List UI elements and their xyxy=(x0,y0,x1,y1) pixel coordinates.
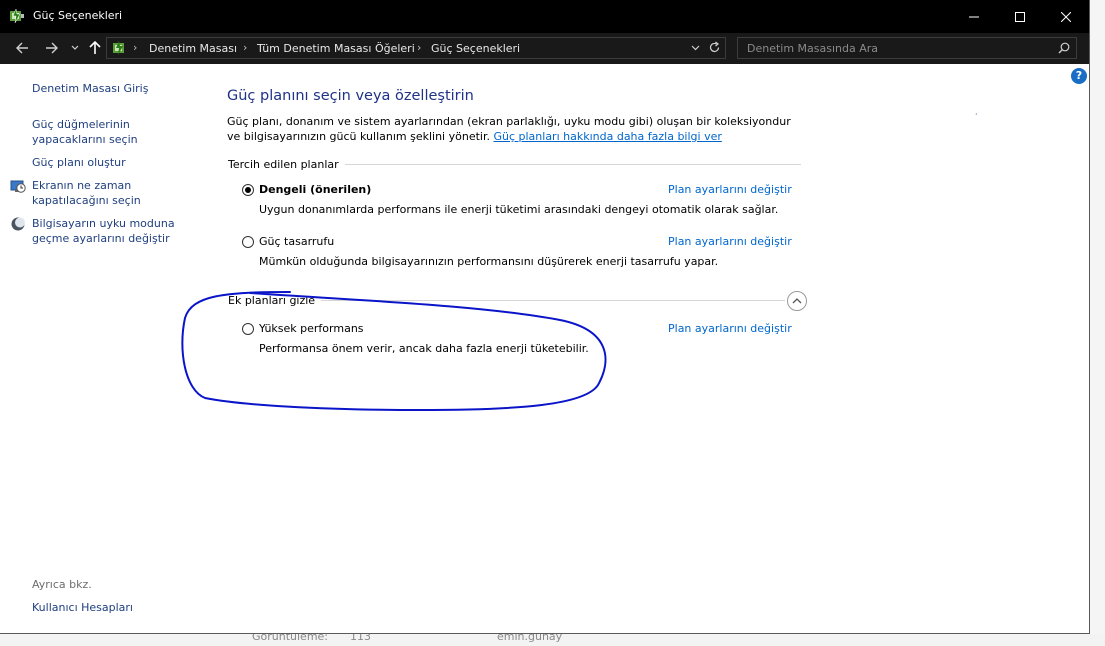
power-options-icon xyxy=(10,8,24,24)
recent-locations-button[interactable] xyxy=(68,39,82,57)
search-placeholder: Denetim Masasında Ara xyxy=(747,42,879,55)
minimize-icon xyxy=(969,16,979,17)
chevron-down-icon xyxy=(71,45,79,50)
learn-more-link[interactable]: Güç planları hakkında daha fazla bilgi v… xyxy=(493,130,721,143)
title-bar[interactable]: Güç Seçenekleri xyxy=(0,0,1089,33)
balanced-plan-description: Uygun donanımlarda performans ile enerji… xyxy=(259,203,779,216)
page-title: Güç planını seçin veya özelleştirin xyxy=(227,88,474,104)
forward-button[interactable] xyxy=(42,39,62,57)
chevron-down-icon[interactable] xyxy=(691,45,700,51)
search-input[interactable]: Denetim Masasında Ara xyxy=(737,37,1077,59)
balanced-plan-settings-link[interactable]: Plan ayarlarını değiştir xyxy=(668,183,792,196)
maximize-button[interactable] xyxy=(997,0,1043,33)
arrow-up-icon xyxy=(89,41,101,54)
breadcrumb-separator-icon: › xyxy=(243,41,248,54)
up-button[interactable] xyxy=(87,39,103,57)
sidebar-item-power-buttons[interactable]: Güç düğmelerinin yapacaklarını seçin xyxy=(32,117,162,147)
breadcrumb-all-items[interactable]: Tüm Denetim Masası Öğeleri xyxy=(257,42,415,55)
search-icon[interactable] xyxy=(1058,42,1070,54)
refresh-icon[interactable] xyxy=(708,41,721,54)
power-options-window: Güç Seçenekleri › Denetim Masası › Tüm D… xyxy=(0,0,1090,634)
see-also-label: Ayrıca bkz. xyxy=(32,578,92,591)
display-clock-icon xyxy=(10,180,26,193)
preferred-plans-label: Tercih edilen planlar xyxy=(228,158,345,171)
stray-dot: · xyxy=(975,110,978,119)
address-bar[interactable]: › Denetim Masası › Tüm Denetim Masası Öğ… xyxy=(106,37,726,59)
minimize-button[interactable] xyxy=(951,0,997,33)
desktop-background-right xyxy=(1090,0,1105,646)
page-description: Güç planı, donanım ve sistem ayarlarında… xyxy=(227,114,797,144)
arrow-left-icon xyxy=(16,42,28,54)
power-saver-plan-radio[interactable] xyxy=(242,236,254,248)
hand-drawn-annotation-ellipse xyxy=(181,291,607,412)
breadcrumb-control-panel[interactable]: Denetim Masası xyxy=(149,42,237,55)
close-button[interactable] xyxy=(1043,0,1089,33)
control-panel-icon xyxy=(113,41,124,55)
sidebar-item-control-panel-home[interactable]: Denetim Masası Giriş xyxy=(32,81,148,96)
breadcrumb-power-options[interactable]: Güç Seçenekleri xyxy=(431,42,520,55)
breadcrumb-separator-icon: › xyxy=(417,41,422,54)
collapse-extra-plans-button[interactable] xyxy=(787,291,807,311)
balanced-plan-name[interactable]: Dengeli (önerilen) xyxy=(259,183,371,196)
arrow-right-icon xyxy=(46,42,58,54)
power-saver-plan-name[interactable]: Güç tasarrufu xyxy=(259,235,334,248)
balanced-plan-radio[interactable] xyxy=(242,184,254,196)
high-performance-plan-description: Performansa önem verir, ancak daha fazla… xyxy=(259,342,589,355)
high-performance-plan-settings-link[interactable]: Plan ayarlarını değiştir xyxy=(668,322,792,335)
power-saver-plan-settings-link[interactable]: Plan ayarlarını değiştir xyxy=(668,235,792,248)
sidebar-item-sleep-settings[interactable]: Bilgisayarın uyku moduna geçme ayarların… xyxy=(32,216,182,246)
help-icon: ? xyxy=(1075,69,1083,82)
back-button[interactable] xyxy=(12,39,32,57)
navigation-bar: › Denetim Masası › Tüm Denetim Masası Öğ… xyxy=(0,33,1089,64)
close-icon xyxy=(1061,11,1071,22)
high-performance-plan-radio[interactable] xyxy=(242,323,254,335)
help-button[interactable]: ? xyxy=(1071,68,1087,84)
sidebar-item-display-off[interactable]: Ekranın ne zaman kapatılacağını seçin xyxy=(32,178,152,208)
window-title: Güç Seçenekleri xyxy=(33,9,123,22)
maximize-icon xyxy=(1015,11,1025,22)
sidebar-item-user-accounts[interactable]: Kullanıcı Hesapları xyxy=(32,600,133,615)
sidebar-item-create-plan[interactable]: Güç planı oluştur xyxy=(32,155,126,170)
chevron-up-icon xyxy=(792,298,802,304)
sleep-moon-icon xyxy=(11,217,25,231)
high-performance-plan-name[interactable]: Yüksek performans xyxy=(259,322,364,335)
power-saver-plan-description: Mümkün olduğunda bilgisayarınızın perfor… xyxy=(259,255,719,268)
breadcrumb-separator-icon: › xyxy=(133,41,138,54)
hide-extra-plans-label[interactable]: Ek planları gizle xyxy=(228,294,322,307)
